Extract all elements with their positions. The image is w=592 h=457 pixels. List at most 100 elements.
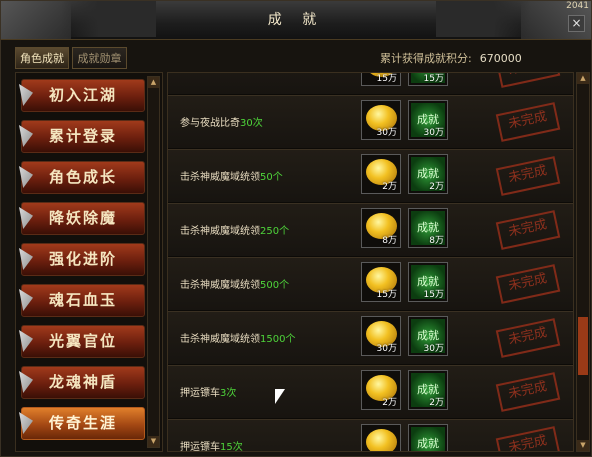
badge-amount: 30万 [423, 128, 444, 138]
category-label: 光翼官位 [48, 332, 117, 350]
status-stamp: 未完成 [495, 318, 561, 358]
sword-icon [19, 248, 33, 270]
coin-reward-slot[interactable]: 15万 [361, 73, 401, 86]
tab-role-achievements[interactable]: 角色成就 [15, 47, 69, 69]
badge-amount: 15万 [423, 290, 444, 300]
achievement-list: 15万 成就15万 未完成 参与夜战比奇30次 30万 成就30万 未完成 击杀… [167, 72, 574, 452]
badge-amount: 2万 [429, 182, 444, 192]
category-label: 角色成长 [48, 168, 117, 186]
category-scrollbar[interactable]: ▲ ▼ [147, 76, 160, 448]
badge-reward-slot[interactable]: 成就15万 [408, 262, 448, 302]
achievement-row: 15万 成就15万 未完成 [168, 73, 573, 95]
status-stamp: 未完成 [495, 210, 561, 250]
tab-achievement-medals[interactable]: 成就勋章 [72, 47, 127, 69]
achievement-desc: 押运镖车3次 [180, 388, 237, 399]
achievement-desc: 击杀神威魔域统领250个 [180, 226, 290, 237]
coin-amount: 2万 [382, 398, 397, 408]
category-button[interactable]: 角色成长 [19, 161, 145, 194]
badge-reward-slot[interactable]: 成就 2万 [408, 154, 448, 194]
category-label: 降妖除魔 [48, 209, 117, 227]
scrollbar-thumb[interactable] [578, 317, 588, 375]
category-button[interactable]: 龙魂神盾 [19, 366, 145, 399]
category-button[interactable]: 强化进阶 [19, 243, 145, 276]
mouse-cursor-icon [275, 389, 285, 404]
achievement-badge-icon: 成就 [411, 427, 445, 451]
coin-amount: 15万 [376, 74, 397, 84]
scroll-down-arrow-icon[interactable]: ▼ [148, 436, 159, 447]
achievement-desc: 参与夜战比奇30次 [180, 118, 263, 129]
badge-reward-slot[interactable]: 成就 [408, 424, 448, 451]
coin-amount: 2万 [382, 182, 397, 192]
sword-icon [19, 84, 33, 106]
achievement-desc: 押运镖车15次 [180, 442, 243, 452]
category-button-selected[interactable]: 传奇生涯 [19, 407, 145, 440]
status-stamp: 未完成 [495, 156, 561, 196]
scroll-up-arrow-icon[interactable]: ▲ [577, 73, 589, 84]
total-points: 累计获得成就积分: 670000 [380, 50, 522, 66]
total-points-label: 累计获得成就积分: [380, 52, 472, 65]
badge-amount: 15万 [423, 74, 444, 84]
window-title: 成 就 [267, 12, 325, 28]
badge-amount: 2万 [429, 398, 444, 408]
status-stamp: 未完成 [495, 372, 561, 412]
scroll-down-arrow-icon[interactable]: ▼ [577, 440, 589, 451]
achievement-desc: 击杀神威魔域统领1500个 [180, 334, 296, 345]
category-button[interactable]: 魂石血玉 [19, 284, 145, 317]
status-stamp: 未完成 [495, 73, 561, 88]
coin-reward-slot[interactable]: 15万 [361, 262, 401, 302]
clock-readout: 2041 [566, 1, 589, 11]
achievement-row: 参与夜战比奇30次 30万 成就 30万 未完成 [168, 95, 573, 149]
coin-amount: 30万 [376, 128, 397, 138]
close-button[interactable]: × [568, 15, 585, 32]
gold-coin-icon [366, 429, 397, 451]
coin-reward-slot[interactable]: 8万 [361, 208, 401, 248]
title-bar[interactable]: 成 就 2041 × [1, 1, 591, 40]
achievement-row: 击杀神威魔域统领50个 2万 成就 2万 未完成 [168, 149, 573, 203]
status-stamp: 未完成 [495, 426, 561, 451]
coin-reward-slot[interactable]: 2万 [361, 154, 401, 194]
category-button[interactable]: 光翼官位 [19, 325, 145, 358]
category-label: 初入江湖 [48, 86, 117, 104]
status-stamp: 未完成 [495, 102, 561, 142]
achievement-desc: 击杀神威魔域统领50个 [180, 172, 283, 183]
total-points-value: 670000 [479, 52, 522, 65]
category-button[interactable]: 初入江湖 [19, 79, 145, 112]
coin-amount: 30万 [376, 344, 397, 354]
category-label: 魂石血玉 [48, 291, 117, 309]
category-label: 龙魂神盾 [48, 373, 117, 391]
category-label: 传奇生涯 [48, 414, 117, 432]
sword-icon [19, 330, 33, 352]
coin-reward-slot[interactable]: 30万 [361, 316, 401, 356]
sword-icon [19, 125, 33, 147]
badge-reward-slot[interactable]: 成就15万 [408, 73, 448, 86]
status-stamp: 未完成 [495, 264, 561, 304]
coin-reward-slot[interactable]: 30万 [361, 100, 401, 140]
achievement-desc: 击杀神威魔域统领500个 [180, 280, 290, 291]
badge-amount: 8万 [429, 236, 444, 246]
badge-amount: 30万 [423, 344, 444, 354]
scroll-up-arrow-icon[interactable]: ▲ [148, 77, 159, 88]
category-button[interactable]: 累计登录 [19, 120, 145, 153]
achievement-row: 押运镖车15次 成就 未完成 [168, 419, 573, 452]
coin-amount: 15万 [376, 290, 397, 300]
sword-icon [19, 207, 33, 229]
sword-icon [19, 412, 33, 434]
category-panel: 初入江湖 累计登录 角色成长 降妖除魔 强化进阶 魂石血玉 光翼官位 龙魂神盾 … [15, 72, 163, 452]
list-scrollbar[interactable]: ▲ ▼ [576, 72, 590, 452]
coin-reward-slot[interactable]: 2万 [361, 370, 401, 410]
badge-reward-slot[interactable]: 成就 2万 [408, 370, 448, 410]
sword-icon [19, 371, 33, 393]
coin-reward-slot[interactable] [361, 424, 401, 451]
achievement-row: 押运镖车3次 2万 成就 2万 未完成 [168, 365, 573, 419]
achievement-window: 成 就 2041 × 角色成就 成就勋章 累计获得成就积分: 670000 初入江… [0, 0, 592, 457]
badge-reward-slot[interactable]: 成就 30万 [408, 316, 448, 356]
achievement-row: 击杀神威魔域统领500个 15万 成就 15万 未完成 [168, 257, 573, 311]
sword-icon [19, 166, 33, 188]
category-label: 累计登录 [48, 127, 117, 145]
category-button[interactable]: 降妖除魔 [19, 202, 145, 235]
badge-reward-slot[interactable]: 成就 8万 [408, 208, 448, 248]
badge-reward-slot[interactable]: 成就 30万 [408, 100, 448, 140]
category-label: 强化进阶 [48, 250, 117, 268]
sword-icon [19, 289, 33, 311]
achievement-row: 击杀神威魔域统领250个 8万 成就 8万 未完成 [168, 203, 573, 257]
